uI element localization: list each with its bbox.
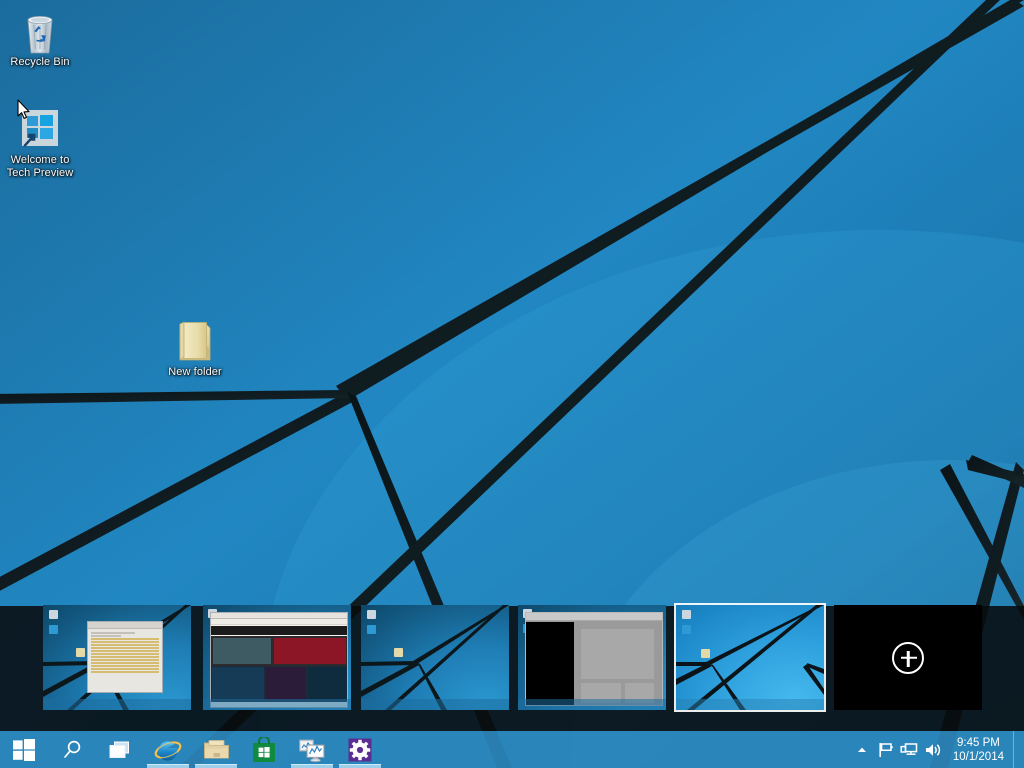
desktop-icon-label: Recycle Bin — [10, 56, 70, 68]
preview-welcome-icon — [367, 625, 376, 634]
clock-time: 9:45 PM — [957, 736, 1000, 749]
task-view-desktop-1[interactable] — [43, 605, 191, 710]
task-view-icon — [109, 741, 129, 758]
preview-welcome-icon — [682, 625, 691, 634]
action-center-button[interactable] — [874, 731, 898, 768]
plus-circle-icon — [892, 641, 924, 674]
task-manager-button[interactable] — [288, 731, 336, 768]
network-icon — [900, 742, 918, 755]
pc-settings-button[interactable] — [336, 731, 384, 768]
task-view-rail — [0, 605, 1024, 731]
start-button[interactable] — [0, 731, 48, 768]
clock[interactable]: 9:45 PM 10/1/2014 — [946, 736, 1013, 764]
desktop-icon-label: New folder — [168, 366, 222, 378]
store-bag-icon — [253, 736, 275, 762]
folder-icon — [157, 318, 233, 366]
desktop-preview — [361, 605, 509, 710]
desktop-icon-recycle-bin[interactable]: Recycle Bin — [2, 8, 78, 69]
task-view-desktop-5[interactable] — [676, 605, 824, 710]
desktop-preview — [203, 605, 351, 710]
store-button[interactable] — [240, 731, 288, 768]
preview-folder-icon — [76, 648, 85, 657]
taskbar-empty-area[interactable] — [384, 731, 850, 768]
preview-folder-icon — [394, 648, 403, 657]
preview-wallpaper — [361, 605, 509, 710]
preview-recycle-bin-icon — [49, 610, 58, 619]
preview-taskbar — [518, 699, 666, 710]
show-hidden-icons-button[interactable] — [850, 731, 874, 768]
windows-logo-icon — [13, 738, 35, 761]
recycle-bin-icon — [2, 8, 78, 56]
task-view-desktop-strip — [0, 605, 1024, 731]
search-button[interactable] — [48, 731, 96, 768]
preview-folder-icon — [701, 649, 710, 658]
system-tray: 9:45 PM 10/1/2014 — [850, 731, 1024, 768]
task-view-button[interactable] — [96, 731, 144, 768]
preview-browser-window — [210, 612, 348, 708]
desktop-preview — [43, 605, 191, 710]
preview-welcome-icon — [49, 625, 58, 634]
folder-icon — [203, 739, 229, 758]
preview-task-manager-window — [87, 621, 163, 693]
preview-settings-window — [525, 612, 663, 706]
desktop-icon-label: Welcome to Tech Preview — [6, 154, 74, 179]
task-view-desktop-3[interactable] — [361, 605, 509, 710]
chevron-up-icon — [857, 747, 866, 752]
network-button[interactable] — [898, 731, 922, 768]
preview-taskbar — [43, 699, 191, 710]
preview-recycle-bin-icon — [367, 610, 376, 619]
desktop-icon-welcome-tech-preview[interactable]: Welcome to Tech Preview — [2, 106, 78, 180]
preview-wallpaper — [676, 605, 824, 710]
show-desktop-button[interactable] — [1013, 731, 1020, 768]
preview-taskbar — [361, 699, 509, 710]
taskbar: 9:45 PM 10/1/2014 — [0, 731, 1024, 768]
task-view-desktop-2[interactable] — [203, 605, 351, 710]
volume-button[interactable] — [922, 731, 946, 768]
preview-taskbar — [203, 699, 351, 710]
add-desktop-button[interactable] — [834, 605, 982, 710]
task-view-desktop-4[interactable] — [518, 605, 666, 710]
desktop-icon-new-folder[interactable]: New folder — [157, 318, 233, 379]
clock-date: 10/1/2014 — [952, 750, 1004, 763]
search-icon — [64, 740, 81, 758]
file-explorer-button[interactable] — [192, 731, 240, 768]
internet-explorer-button[interactable] — [144, 731, 192, 768]
desktop-screen: Recycle Bin Welcome to Tech Preview New … — [0, 0, 1024, 768]
speaker-icon — [926, 743, 941, 756]
task-manager-icon — [299, 739, 325, 762]
desktop-preview — [676, 605, 824, 710]
gear-icon — [348, 738, 372, 761]
windows-logo-shortcut-icon — [2, 106, 78, 154]
flag-icon — [879, 742, 894, 757]
preview-taskbar — [676, 699, 824, 710]
desktop-preview — [518, 605, 666, 710]
internet-explorer-icon — [154, 740, 182, 761]
preview-recycle-bin-icon — [682, 610, 691, 619]
